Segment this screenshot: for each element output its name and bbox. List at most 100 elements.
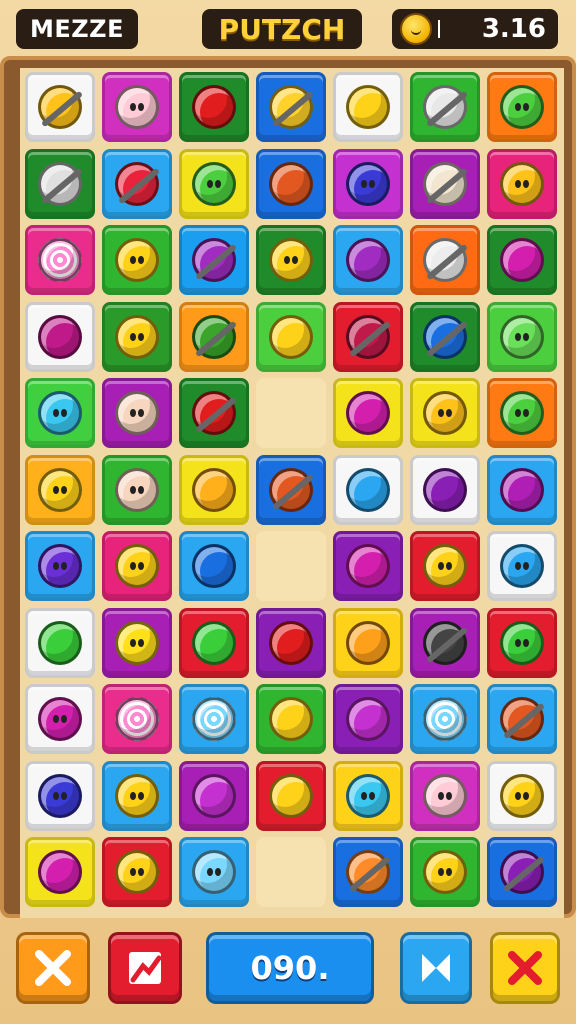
cat-face-icon [423, 850, 467, 894]
tile[interactable] [333, 148, 403, 219]
tile[interactable] [102, 760, 172, 831]
tile-grid [20, 68, 564, 918]
tile[interactable] [410, 760, 480, 831]
tile[interactable] [256, 301, 326, 372]
tile[interactable] [410, 837, 480, 907]
tile[interactable] [487, 378, 557, 448]
tile[interactable] [102, 684, 172, 754]
tile[interactable] [179, 760, 249, 831]
tile[interactable] [410, 454, 480, 525]
tile[interactable] [102, 72, 172, 142]
tile[interactable] [487, 454, 557, 525]
tile[interactable] [179, 684, 249, 754]
yellow-ball-icon [346, 85, 390, 129]
hamster-face-icon [115, 391, 159, 435]
tile[interactable] [25, 760, 95, 831]
tile[interactable] [25, 72, 95, 142]
tile[interactable] [487, 148, 557, 219]
blue-ball-icon [192, 544, 236, 588]
green-smiley-icon [500, 391, 544, 435]
tile[interactable] [25, 684, 95, 754]
tile[interactable] [333, 760, 403, 831]
tile[interactable] [179, 531, 249, 601]
tile[interactable] [333, 684, 403, 754]
empty-cell [256, 531, 326, 601]
close-button[interactable] [16, 932, 90, 1004]
tile[interactable] [487, 837, 557, 907]
tile[interactable] [179, 378, 249, 448]
cancel-button[interactable] [490, 932, 560, 1004]
plum-icon [192, 773, 236, 818]
tile[interactable] [102, 454, 172, 525]
tile[interactable] [256, 760, 326, 831]
tile[interactable] [25, 301, 95, 372]
onion-icon [346, 850, 390, 894]
tile[interactable] [179, 837, 249, 907]
tile[interactable] [333, 607, 403, 678]
tile[interactable] [25, 454, 95, 525]
tile[interactable] [102, 378, 172, 448]
tile[interactable] [333, 531, 403, 601]
tile[interactable] [25, 225, 95, 295]
tile[interactable] [179, 454, 249, 525]
swirl-candy-icon [38, 238, 82, 282]
tile[interactable] [179, 225, 249, 295]
tile[interactable] [410, 148, 480, 219]
tile[interactable] [487, 531, 557, 601]
stats-button[interactable] [108, 932, 182, 1004]
tile[interactable] [256, 684, 326, 754]
pin-icon [423, 620, 467, 665]
tile[interactable] [410, 378, 480, 448]
tile[interactable] [179, 301, 249, 372]
divider [438, 20, 440, 38]
tile[interactable] [487, 684, 557, 754]
lemon-face-icon [115, 238, 159, 282]
tile[interactable] [410, 301, 480, 372]
lemon-icon [269, 773, 313, 818]
tile[interactable] [25, 837, 95, 907]
candy-icon [500, 467, 544, 512]
tile[interactable] [487, 301, 557, 372]
tile[interactable] [179, 148, 249, 219]
blue-smiley-icon [346, 161, 390, 206]
close-x-icon [35, 950, 71, 986]
tile[interactable] [25, 378, 95, 448]
tile[interactable] [487, 72, 557, 142]
tile[interactable] [333, 837, 403, 907]
tile[interactable] [410, 225, 480, 295]
tile[interactable] [102, 225, 172, 295]
tile[interactable] [102, 301, 172, 372]
tile[interactable] [179, 72, 249, 142]
tile[interactable] [25, 531, 95, 601]
shuffle-button[interactable] [400, 932, 472, 1004]
tile[interactable] [256, 225, 326, 295]
yellow-smiley-icon [500, 161, 544, 206]
tile[interactable] [102, 148, 172, 219]
tile[interactable] [410, 531, 480, 601]
blue-smiley-icon [38, 773, 82, 818]
tile[interactable] [333, 301, 403, 372]
tile[interactable] [256, 454, 326, 525]
tile[interactable] [333, 378, 403, 448]
tile[interactable] [487, 760, 557, 831]
tile[interactable] [102, 607, 172, 678]
tile[interactable] [487, 607, 557, 678]
tile[interactable] [333, 454, 403, 525]
tile[interactable] [25, 148, 95, 219]
tile[interactable] [102, 837, 172, 907]
tile[interactable] [410, 607, 480, 678]
tile[interactable] [256, 607, 326, 678]
tile[interactable] [410, 684, 480, 754]
tile[interactable] [333, 72, 403, 142]
tile[interactable] [25, 607, 95, 678]
tile[interactable] [102, 531, 172, 601]
tile[interactable] [487, 225, 557, 295]
swirl-candy-icon [423, 697, 467, 741]
tile[interactable] [333, 225, 403, 295]
mallet-icon [423, 161, 467, 206]
moves-counter-button[interactable]: 090. [206, 932, 374, 1004]
tile[interactable] [256, 72, 326, 142]
tile[interactable] [410, 72, 480, 142]
tile[interactable] [179, 607, 249, 678]
tile[interactable] [256, 148, 326, 219]
